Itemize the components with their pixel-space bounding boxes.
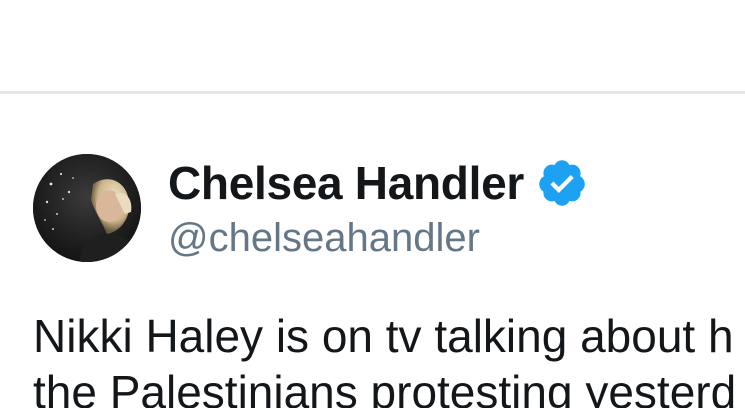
avatar[interactable]: [33, 154, 141, 262]
avatar-photo: [33, 154, 141, 262]
tweet-text-line: the Palestinians protesting yesterd: [33, 366, 737, 408]
divider: [0, 91, 745, 94]
tweet-text: Nikki Haley is on tv talking about h the…: [33, 308, 745, 408]
author-handle[interactable]: @chelseahandler: [168, 216, 480, 261]
tweet-page: Chelsea Handler @chelseahandler Nikki Ha…: [0, 0, 745, 408]
verified-badge-icon: [536, 157, 588, 209]
display-name[interactable]: Chelsea Handler: [168, 156, 524, 210]
tweet-text-line: Nikki Haley is on tv talking about h: [33, 310, 734, 362]
header-area: [0, 0, 745, 91]
author-name-row[interactable]: Chelsea Handler: [168, 153, 588, 213]
